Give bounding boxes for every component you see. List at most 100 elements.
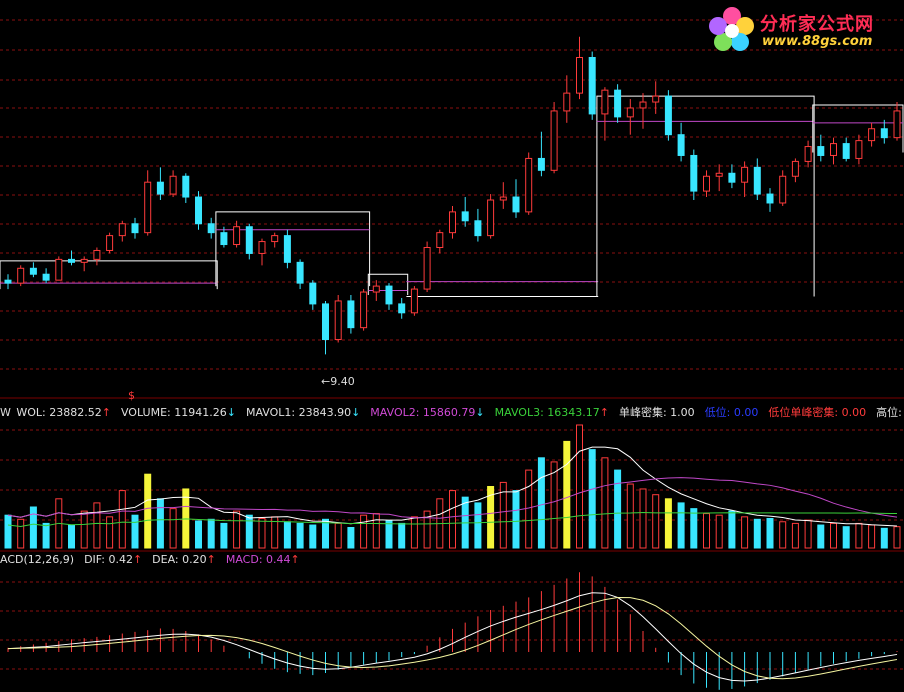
volume-bar bbox=[360, 514, 368, 549]
legend-arrow: ↑ bbox=[290, 553, 300, 566]
volume-bar bbox=[29, 506, 37, 549]
candle-body bbox=[664, 95, 672, 136]
volume-bar bbox=[868, 524, 876, 549]
volume-bar bbox=[296, 522, 304, 549]
volume-bar bbox=[334, 522, 342, 549]
legend-item: DIF: 0.42↑ bbox=[84, 553, 142, 566]
candle-body bbox=[347, 300, 355, 329]
volume-bar bbox=[525, 469, 533, 549]
volume-bar bbox=[690, 508, 698, 549]
legend-item: WOL: 23882.52↑ bbox=[16, 406, 111, 419]
volume-bar bbox=[703, 513, 710, 549]
volume-bar bbox=[283, 521, 291, 549]
candle-body bbox=[753, 166, 761, 195]
candle-body bbox=[893, 110, 901, 139]
watermark-title: 分析家公式网 bbox=[760, 14, 874, 35]
candle-body bbox=[410, 288, 418, 314]
candle-body bbox=[233, 226, 241, 246]
candle-body bbox=[68, 258, 75, 263]
volume-bar bbox=[830, 522, 837, 549]
candle-body bbox=[741, 166, 749, 183]
volume-bar bbox=[563, 440, 571, 549]
volume-bar bbox=[169, 508, 177, 549]
legend-arrow: ↑ bbox=[206, 553, 216, 566]
candle-body bbox=[576, 57, 583, 94]
legend-arrow: ↓ bbox=[351, 406, 361, 419]
volume-bar bbox=[842, 526, 850, 549]
legend-item: 低位单峰密集: 0.00 bbox=[768, 406, 866, 419]
candle-body bbox=[449, 211, 456, 234]
volume-bar bbox=[791, 522, 799, 549]
candle-body bbox=[118, 223, 126, 237]
legend-text: 单峰密集: 1.00 bbox=[618, 406, 695, 419]
volume-bar bbox=[715, 514, 723, 549]
volume-bar bbox=[550, 461, 558, 549]
legend-arrow: ↑ bbox=[599, 406, 609, 419]
legend-item: 高位: 0 bbox=[876, 406, 904, 419]
candle-body bbox=[537, 157, 545, 171]
candle-body bbox=[601, 89, 609, 115]
legend-text: 低位单峰密集: 0.00 bbox=[768, 406, 867, 419]
volume-bar bbox=[4, 514, 12, 549]
legend-text: 低位: 0.00 bbox=[704, 406, 759, 419]
volume-bar bbox=[144, 473, 152, 549]
volume-bar bbox=[449, 490, 456, 549]
volume-bar bbox=[245, 514, 253, 549]
candle-body bbox=[258, 241, 266, 254]
candle-body bbox=[4, 279, 12, 284]
candle-body bbox=[791, 160, 799, 177]
legend-item: VOLUME: 11941.26↓ bbox=[121, 406, 236, 419]
candle-body bbox=[245, 226, 253, 254]
candle-body bbox=[106, 235, 114, 251]
legend-text: DIF: 0.42 bbox=[84, 553, 133, 566]
legend-arrow: ↑ bbox=[101, 406, 111, 419]
legend-arrow: ↓ bbox=[226, 406, 236, 419]
candle-body bbox=[842, 143, 850, 159]
volume-bar bbox=[17, 518, 25, 549]
volume-bar bbox=[322, 518, 329, 549]
candle-body bbox=[296, 261, 304, 284]
candle-body bbox=[880, 128, 888, 139]
volume-bar bbox=[258, 517, 266, 549]
macd-legend: ACD(12,26,9) DIF: 0.42↑ DEA: 0.20↑ MACD: 0.… bbox=[0, 553, 310, 566]
flower-logo-icon bbox=[709, 7, 754, 51]
volume-bar bbox=[677, 502, 685, 549]
volume-bar bbox=[893, 526, 901, 549]
volume-bar bbox=[233, 510, 241, 549]
candle-body bbox=[131, 223, 139, 234]
volume-bar bbox=[880, 527, 888, 549]
volume-legend: W WOL: 23882.52↑ VOLUME: 11941.26↓ MAVOL1:… bbox=[0, 404, 904, 420]
volume-bar bbox=[512, 490, 520, 549]
volume-bar bbox=[855, 522, 863, 549]
candle-body bbox=[614, 89, 622, 118]
candle-body bbox=[550, 110, 558, 171]
candle-body bbox=[360, 291, 368, 329]
volume-bar bbox=[779, 521, 787, 549]
dollar-marker: $ bbox=[128, 389, 135, 402]
candle-body bbox=[639, 101, 647, 109]
candle-body bbox=[487, 199, 495, 237]
range-box bbox=[215, 211, 371, 287]
volume-bar bbox=[741, 516, 749, 549]
volume-bar bbox=[576, 424, 583, 549]
volume-bar bbox=[652, 494, 660, 549]
legend-text: 高位: 0 bbox=[876, 406, 904, 419]
candle-body bbox=[144, 181, 152, 234]
candle-body bbox=[436, 232, 444, 248]
legend-text: ACD(12,26,9) bbox=[0, 553, 75, 566]
volume-bar bbox=[398, 522, 406, 549]
candle-body bbox=[677, 134, 685, 156]
candle-body bbox=[220, 232, 228, 246]
candle-body bbox=[17, 267, 25, 284]
candle-body bbox=[728, 172, 736, 183]
volume-bar bbox=[106, 516, 114, 549]
candle-body bbox=[182, 175, 190, 198]
volume-bar bbox=[385, 520, 393, 549]
volume-bar bbox=[601, 457, 609, 549]
candle-body bbox=[563, 92, 571, 112]
volume-bar bbox=[131, 514, 139, 549]
candle-body bbox=[29, 267, 37, 275]
candle-body bbox=[309, 282, 317, 305]
candle-body bbox=[499, 196, 507, 201]
watermark-url: www.88gs.com bbox=[762, 34, 873, 49]
